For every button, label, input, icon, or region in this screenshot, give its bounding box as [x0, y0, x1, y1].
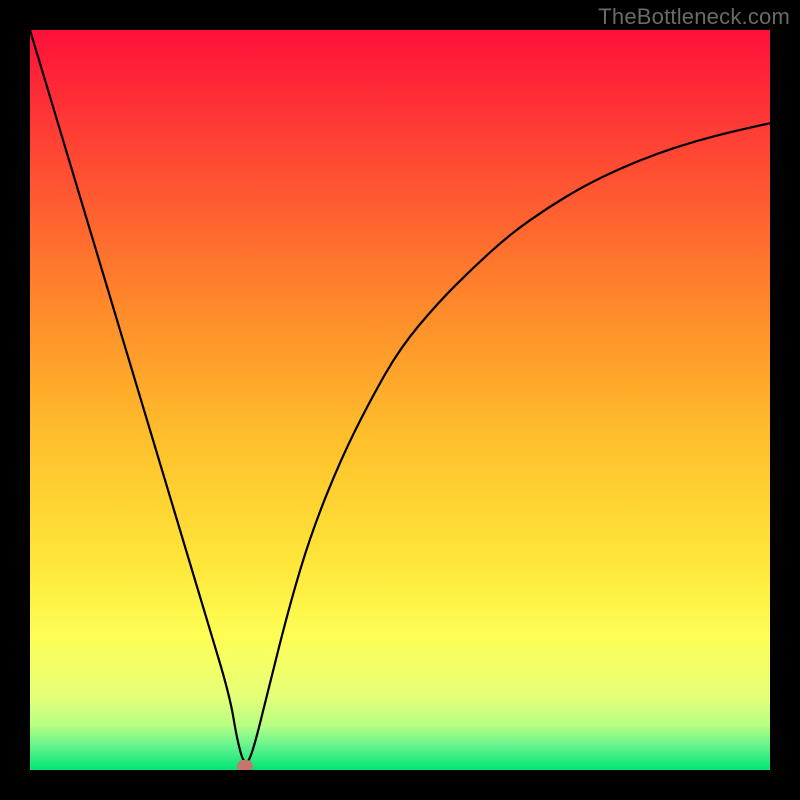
plot-svg	[30, 30, 770, 770]
cusp-marker	[237, 760, 253, 770]
plot-area	[30, 30, 770, 770]
watermark-text: TheBottleneck.com	[598, 4, 790, 30]
chart-frame: TheBottleneck.com	[0, 0, 800, 800]
